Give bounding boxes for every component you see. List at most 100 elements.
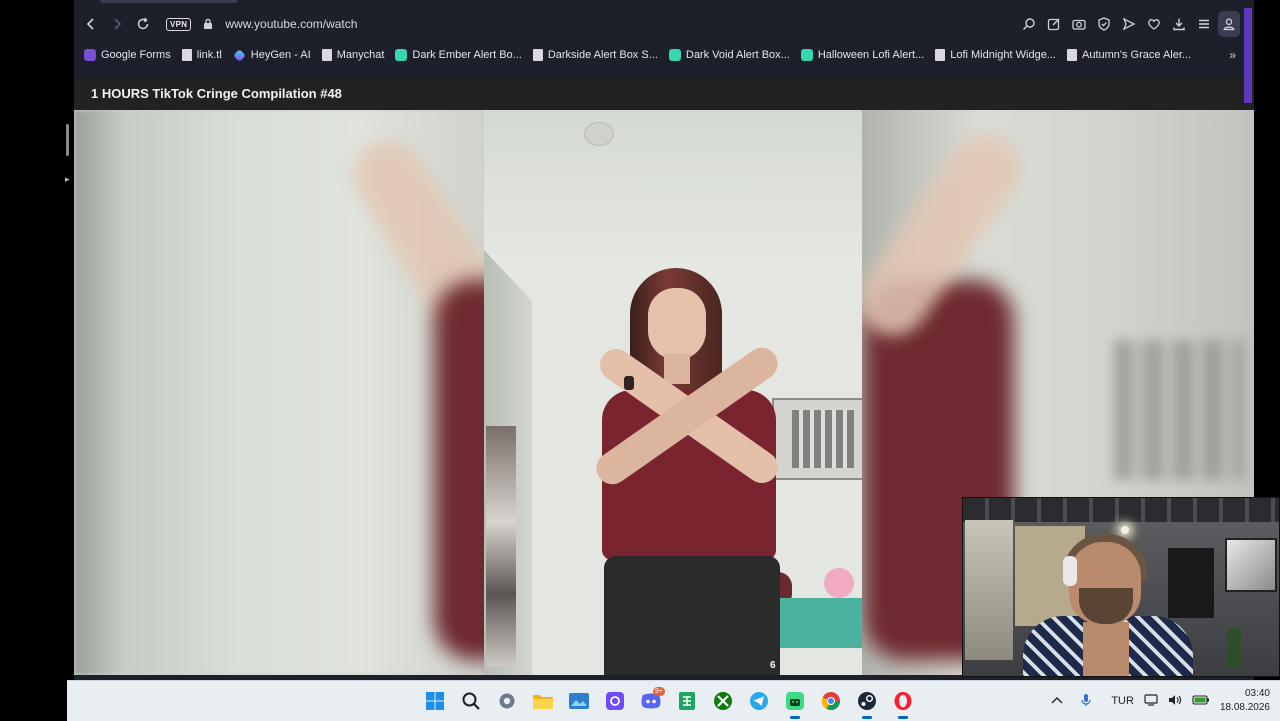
bookmark-label: Manychat <box>336 49 385 61</box>
camera-icon[interactable] <box>1068 11 1090 37</box>
pencil-icon[interactable] <box>1043 11 1065 37</box>
video-title-bar: 1 HOURS TikTok Cringe Compilation #48 <box>74 78 1254 110</box>
bookmark-dark-ember[interactable]: Dark Ember Alert Bo... <box>395 49 522 61</box>
watch <box>624 376 634 390</box>
page-icon <box>532 49 543 61</box>
settings-icon[interactable] <box>493 687 521 715</box>
profile-icon[interactable] <box>1218 11 1240 37</box>
board-photos <box>792 410 854 468</box>
menu-icon[interactable] <box>1193 11 1215 37</box>
photos-icon[interactable] <box>565 687 593 715</box>
heart-icon[interactable] <box>1143 11 1165 37</box>
spreadsheet-icon[interactable] <box>673 687 701 715</box>
steam-icon[interactable] <box>853 687 881 719</box>
chevron-up-icon[interactable] <box>1051 695 1063 707</box>
page-icon <box>181 49 192 61</box>
cam-ceiling <box>963 498 1279 522</box>
shield-icon[interactable] <box>1093 11 1115 37</box>
sidebar-accent <box>1244 8 1252 103</box>
search-icon[interactable] <box>457 687 485 715</box>
bookmark-label: HeyGen - AI <box>250 49 311 61</box>
bookmark-lofi-midnight[interactable]: Lofi Midnight Widge... <box>935 49 1056 61</box>
toolbar-icons <box>1018 11 1240 37</box>
left-black-strip <box>0 0 74 680</box>
windows-start-icon[interactable] <box>421 687 449 715</box>
active-tab-indicator[interactable] <box>100 0 238 3</box>
bookmark-label: link.tl <box>196 49 222 61</box>
language-indicator[interactable]: TUR <box>1111 695 1134 707</box>
room-ceiling <box>484 110 862 278</box>
bookmark-label: Dark Ember Alert Bo... <box>412 49 522 61</box>
video-blur-frames <box>1114 340 1244 480</box>
address-bar[interactable]: www.youtube.com/watch <box>225 17 357 31</box>
cam-picture <box>1225 538 1277 592</box>
wall-poster <box>486 426 516 666</box>
android-app-icon[interactable] <box>781 687 809 719</box>
clock-time: 03:40 <box>1244 688 1270 699</box>
telegram-icon[interactable] <box>745 687 773 715</box>
microphone-icon[interactable] <box>1081 693 1091 710</box>
cam-light <box>1121 526 1129 534</box>
clock-date: 18.08.2026 <box>1219 702 1270 713</box>
person-pants <box>604 556 780 675</box>
reload-icon[interactable] <box>130 11 156 37</box>
bookmark-autumns-grace[interactable]: Autumn's Grace Aler... <box>1066 49 1192 61</box>
search-icon[interactable] <box>1018 11 1040 37</box>
ceiling-light <box>584 122 614 146</box>
alert-icon <box>800 49 813 61</box>
discord-badge: 9+ <box>653 687 665 696</box>
bookmark-dark-void[interactable]: Dark Void Alert Box... <box>668 49 790 61</box>
page-icon <box>321 49 332 61</box>
bookmark-label: Halloween Lofi Alert... <box>817 49 925 61</box>
bookmarks-bar: Google Forms link.tl HeyGen - AI Manycha… <box>74 42 1254 68</box>
left-arrow-icon[interactable]: ▸ <box>65 174 70 185</box>
bookmark-darkside[interactable]: Darkside Alert Box S... <box>532 49 658 61</box>
taskbar: 9+ TUR 03:40 18.08.2026 <box>67 680 1280 721</box>
webcam-overlay <box>962 497 1280 677</box>
bookmark-label: Darkside Alert Box S... <box>547 49 658 61</box>
lock-icon[interactable] <box>201 17 215 31</box>
display-icon[interactable] <box>1144 693 1158 709</box>
bookmark-label: Google Forms <box>101 49 171 61</box>
pink-plush <box>824 568 854 598</box>
back-icon[interactable] <box>78 11 104 37</box>
battery-icon[interactable] <box>1192 694 1210 708</box>
system-tray: TUR 03:40 18.08.2026 <box>1051 681 1270 721</box>
cam-tv <box>1168 548 1214 618</box>
bookmark-heygen[interactable]: HeyGen - AI <box>232 48 311 62</box>
taskbar-apps: 9+ <box>421 681 917 721</box>
alert-icon <box>668 49 681 61</box>
page-icon <box>1066 49 1077 61</box>
headset-icon <box>1063 556 1077 586</box>
cam-window <box>965 520 1013 660</box>
alert-icon <box>395 49 408 61</box>
browser-toolbar: VPN www.youtube.com/watch <box>74 8 1254 40</box>
left-edge-marker <box>66 124 69 156</box>
page-icon <box>935 49 946 61</box>
bookmark-halloween-lofi[interactable]: Halloween Lofi Alert... <box>800 49 925 61</box>
bookmarks-overflow-icon[interactable]: » <box>1229 48 1236 62</box>
bookmark-manychat[interactable]: Manychat <box>321 49 385 61</box>
bookmark-link-tl[interactable]: link.tl <box>181 49 222 61</box>
send-icon[interactable] <box>1118 11 1140 37</box>
person-face <box>648 288 706 360</box>
volume-icon[interactable] <box>1168 694 1182 709</box>
streamer-chest <box>1083 622 1129 676</box>
bookmark-label: Autumn's Grace Aler... <box>1081 49 1192 61</box>
opera-icon[interactable] <box>889 687 917 719</box>
vpn-badge[interactable]: VPN <box>166 17 192 31</box>
bookmark-label: Dark Void Alert Box... <box>685 49 790 61</box>
xbox-icon[interactable] <box>709 687 737 715</box>
proton-pass-icon[interactable] <box>601 687 629 715</box>
person-neck <box>664 354 690 384</box>
bookmark-google-forms[interactable]: Google Forms <box>84 49 171 61</box>
chrome-icon[interactable] <box>817 687 845 715</box>
clock[interactable]: 03:40 18.08.2026 <box>1220 687 1270 715</box>
video-title[interactable]: 1 HOURS TikTok Cringe Compilation #48 <box>91 86 342 101</box>
video-corner-number: 6 <box>770 660 776 671</box>
forward-icon[interactable] <box>104 11 130 37</box>
bookmark-label: Lofi Midnight Widge... <box>950 49 1056 61</box>
download-icon[interactable] <box>1168 11 1190 37</box>
discord-icon[interactable]: 9+ <box>637 687 665 715</box>
file-explorer-icon[interactable] <box>529 687 557 715</box>
